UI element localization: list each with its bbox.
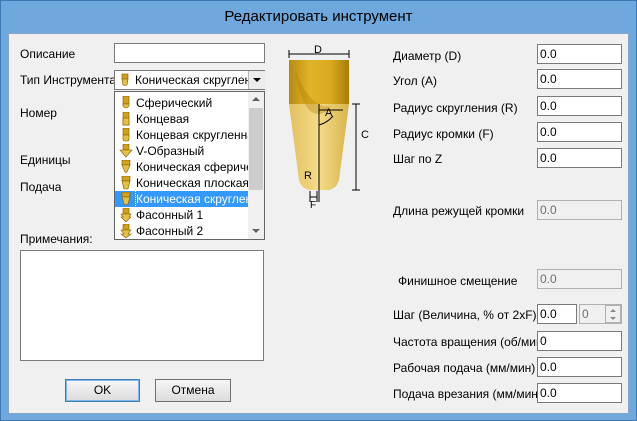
step-label: Шаг (Величина, % от 2xF) bbox=[393, 308, 537, 322]
bull-nose-mill-icon bbox=[122, 128, 130, 142]
finish-offset-input: 0.0 bbox=[537, 269, 622, 289]
diagram-label-f: F bbox=[310, 200, 317, 211]
angle-label: Угол (A) bbox=[393, 74, 437, 88]
chevron-up-icon[interactable] bbox=[252, 97, 260, 101]
form-tool-1-icon bbox=[120, 208, 132, 222]
list-item[interactable]: Коническая сферичес bbox=[115, 159, 248, 175]
plunge-label: Подача врезания (мм/мин) bbox=[393, 387, 542, 401]
angle-input[interactable]: 0.0 bbox=[537, 69, 622, 89]
number-label: Номер bbox=[20, 106, 57, 120]
tapered-radius-icon bbox=[121, 73, 129, 86]
edge-radius-label: Радиус кромки (F) bbox=[393, 127, 494, 141]
tool-type-selected-text: Коническая скругленн bbox=[135, 73, 258, 87]
step-input[interactable]: 0.0 bbox=[537, 304, 577, 324]
tapered-flat-icon bbox=[121, 176, 131, 190]
scrollbar-thumb[interactable] bbox=[249, 108, 263, 190]
diameter-label: Диаметр (D) bbox=[393, 49, 462, 63]
form-tool-2-icon bbox=[120, 224, 132, 238]
cut-length-input: 0.0 bbox=[537, 200, 622, 220]
edit-tool-dialog: Редактировать инструмент Описание Тип Ин… bbox=[0, 0, 637, 421]
tapered-ball-icon bbox=[121, 160, 131, 173]
list-item[interactable]: V-Образный bbox=[115, 143, 248, 159]
diagram-label-c: C bbox=[361, 129, 369, 141]
list-item[interactable]: Концевая bbox=[115, 111, 248, 127]
dialog-title: Редактировать инструмент bbox=[224, 8, 413, 25]
ok-button[interactable]: OK bbox=[65, 379, 140, 402]
v-bit-icon bbox=[119, 144, 133, 158]
tapered-radius-icon bbox=[121, 192, 131, 206]
list-item[interactable]: Сферический bbox=[115, 95, 248, 111]
radius-input[interactable]: 0.0 bbox=[537, 96, 622, 116]
step-percent-input[interactable]: 0 bbox=[579, 304, 622, 324]
cut-length-label: Длина режущей кромки bbox=[393, 204, 525, 218]
end-mill-icon bbox=[122, 112, 130, 126]
feed-rate-label: Рабочая подача (мм/мин) bbox=[393, 361, 536, 375]
step-spinner[interactable] bbox=[605, 305, 621, 323]
edge-radius-input[interactable]: 0.0 bbox=[537, 122, 622, 142]
spin-down-icon[interactable] bbox=[610, 317, 616, 320]
diagram-label-r: R bbox=[304, 170, 312, 182]
tool-diagram bbox=[288, 50, 360, 202]
ball-mill-icon bbox=[122, 96, 130, 109]
tool-type-combobox[interactable]: Коническая скругленн bbox=[114, 70, 265, 90]
z-step-input[interactable]: 0.0 bbox=[537, 148, 622, 168]
plunge-input[interactable]: 0.0 bbox=[537, 383, 622, 403]
diagram-label-a: A bbox=[325, 107, 333, 119]
dialog-client-area: Описание Тип Инструмента Коническая скру… bbox=[8, 33, 629, 414]
description-label: Описание bbox=[20, 47, 76, 61]
tool-type-label: Тип Инструмента bbox=[20, 73, 117, 87]
feed-rate-input[interactable]: 0.0 bbox=[537, 357, 622, 377]
spindle-label: Частота вращения (об/мин) bbox=[393, 335, 547, 349]
z-step-label: Шаг по Z bbox=[393, 152, 443, 166]
spin-up-icon[interactable] bbox=[610, 309, 616, 312]
list-item[interactable]: Фасонный 1 bbox=[115, 207, 248, 223]
chevron-down-icon bbox=[253, 78, 261, 82]
notes-textarea[interactable] bbox=[20, 250, 264, 361]
diameter-input[interactable]: 0.0 bbox=[537, 44, 622, 64]
notes-label: Примечания: bbox=[20, 232, 93, 246]
radius-label: Радиус скругления (R) bbox=[393, 101, 518, 115]
list-item[interactable]: Коническая плоская bbox=[115, 175, 248, 191]
finish-offset-label: Финишное смещение bbox=[398, 274, 518, 288]
units-label: Единицы bbox=[20, 153, 71, 167]
cancel-button[interactable]: Отмена bbox=[155, 379, 231, 402]
step-percent-value: 0 bbox=[582, 307, 589, 321]
tool-type-dropdown-list: Сферический Концевая Концевая скругленна… bbox=[114, 91, 265, 240]
list-item-selected[interactable]: Коническая скругленн bbox=[115, 191, 248, 207]
list-item[interactable]: Фасонный 2 bbox=[115, 223, 248, 239]
chevron-down-icon[interactable] bbox=[252, 229, 260, 233]
list-item[interactable]: Концевая скругленная bbox=[115, 127, 248, 143]
dropdown-arrow-button[interactable] bbox=[248, 71, 265, 89]
feed-label: Подача bbox=[20, 180, 62, 194]
spindle-input[interactable]: 0 bbox=[537, 331, 622, 351]
list-scrollbar[interactable] bbox=[248, 92, 264, 239]
description-input[interactable] bbox=[114, 43, 265, 63]
diagram-label-d: D bbox=[314, 44, 322, 56]
